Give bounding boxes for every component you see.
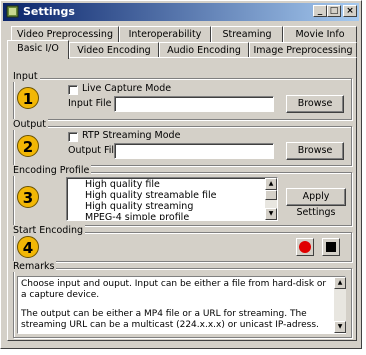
scroll-down-icon[interactable]: ▼ (334, 321, 346, 333)
remarks-line-2: The output can be either a MP4 file or a… (21, 309, 319, 330)
tab-basic-io[interactable]: Basic I/O (7, 40, 69, 59)
tab-movie-info[interactable]: Movie Info (283, 26, 357, 43)
record-icon (299, 241, 311, 253)
input-group: Input 1 Live Capture Mode Input File Bro… (13, 71, 352, 120)
output-file-field[interactable] (114, 143, 274, 159)
step-2-badge: 2 (17, 135, 39, 157)
profile-item[interactable]: MPEG-4 simple profile (85, 212, 189, 220)
encoding-profile-group: Encoding Profile 3 High quality file Hig… (13, 165, 352, 226)
start-encoding-label: Start Encoding (13, 225, 86, 236)
stop-icon (326, 242, 336, 252)
start-encoding-group: Start Encoding 4 (13, 225, 352, 262)
close-button[interactable]: × (343, 5, 357, 17)
output-file-label: Output File (68, 145, 120, 156)
profile-list-scrollbar[interactable]: ▲ ▼ (265, 178, 277, 220)
step-1-badge: 1 (17, 87, 39, 109)
remarks-scrollbar[interactable]: ▲ ▼ (334, 277, 346, 333)
scroll-up-icon[interactable]: ▲ (334, 277, 346, 289)
maximize-button[interactable]: □ (327, 5, 341, 17)
input-group-label: Input (13, 71, 40, 82)
output-group-label: Output (13, 119, 48, 130)
rtp-streaming-checkbox[interactable] (68, 132, 78, 142)
output-browse-button[interactable]: Browse (286, 142, 344, 160)
profile-item[interactable]: High quality streaming (85, 201, 193, 212)
title-bar[interactable]: Settings _ □ × (3, 3, 359, 21)
minimize-button[interactable]: _ (313, 5, 327, 17)
settings-window: Settings _ □ × Video Preprocessing Inter… (0, 0, 362, 349)
input-file-label: Input File (68, 98, 112, 109)
remarks-text-area[interactable]: Choose input and ouput. Input can be eit… (17, 276, 346, 334)
remarks-group: Remarks Choose input and ouput. Input ca… (13, 261, 352, 338)
input-file-field[interactable] (114, 96, 274, 112)
profile-item[interactable]: High quality streamable file (85, 190, 217, 201)
app-icon (6, 5, 19, 18)
tab-streaming[interactable]: Streaming (211, 26, 283, 43)
rtp-streaming-label: RTP Streaming Mode (82, 130, 181, 141)
scroll-up-icon[interactable]: ▲ (265, 178, 277, 190)
record-button[interactable] (296, 238, 314, 256)
scroll-thumb[interactable] (265, 190, 277, 200)
remarks-label: Remarks (13, 261, 57, 272)
step-4-badge: 4 (17, 236, 39, 258)
live-capture-label: Live Capture Mode (82, 83, 172, 94)
input-browse-button[interactable]: Browse (286, 95, 344, 113)
encoding-profile-list[interactable]: High quality file High quality streamabl… (66, 177, 278, 221)
step-3-badge: 3 (17, 186, 39, 208)
stop-button[interactable] (322, 238, 340, 256)
output-group: Output 2 RTP Streaming Mode Output File … (13, 119, 352, 166)
tab-interoperability[interactable]: Interoperability (119, 26, 211, 43)
apply-settings-button[interactable]: Apply Settings (286, 188, 346, 218)
basic-io-panel: Input 1 Live Capture Mode Input File Bro… (7, 57, 357, 341)
profile-item[interactable]: High quality file (85, 179, 160, 190)
window-title: Settings (23, 5, 75, 18)
scroll-down-icon[interactable]: ▼ (265, 208, 277, 220)
encoding-profile-label: Encoding Profile (13, 165, 92, 176)
live-capture-checkbox[interactable] (68, 85, 78, 95)
remarks-line-1: Choose input and ouput. Input can be eit… (21, 279, 327, 300)
